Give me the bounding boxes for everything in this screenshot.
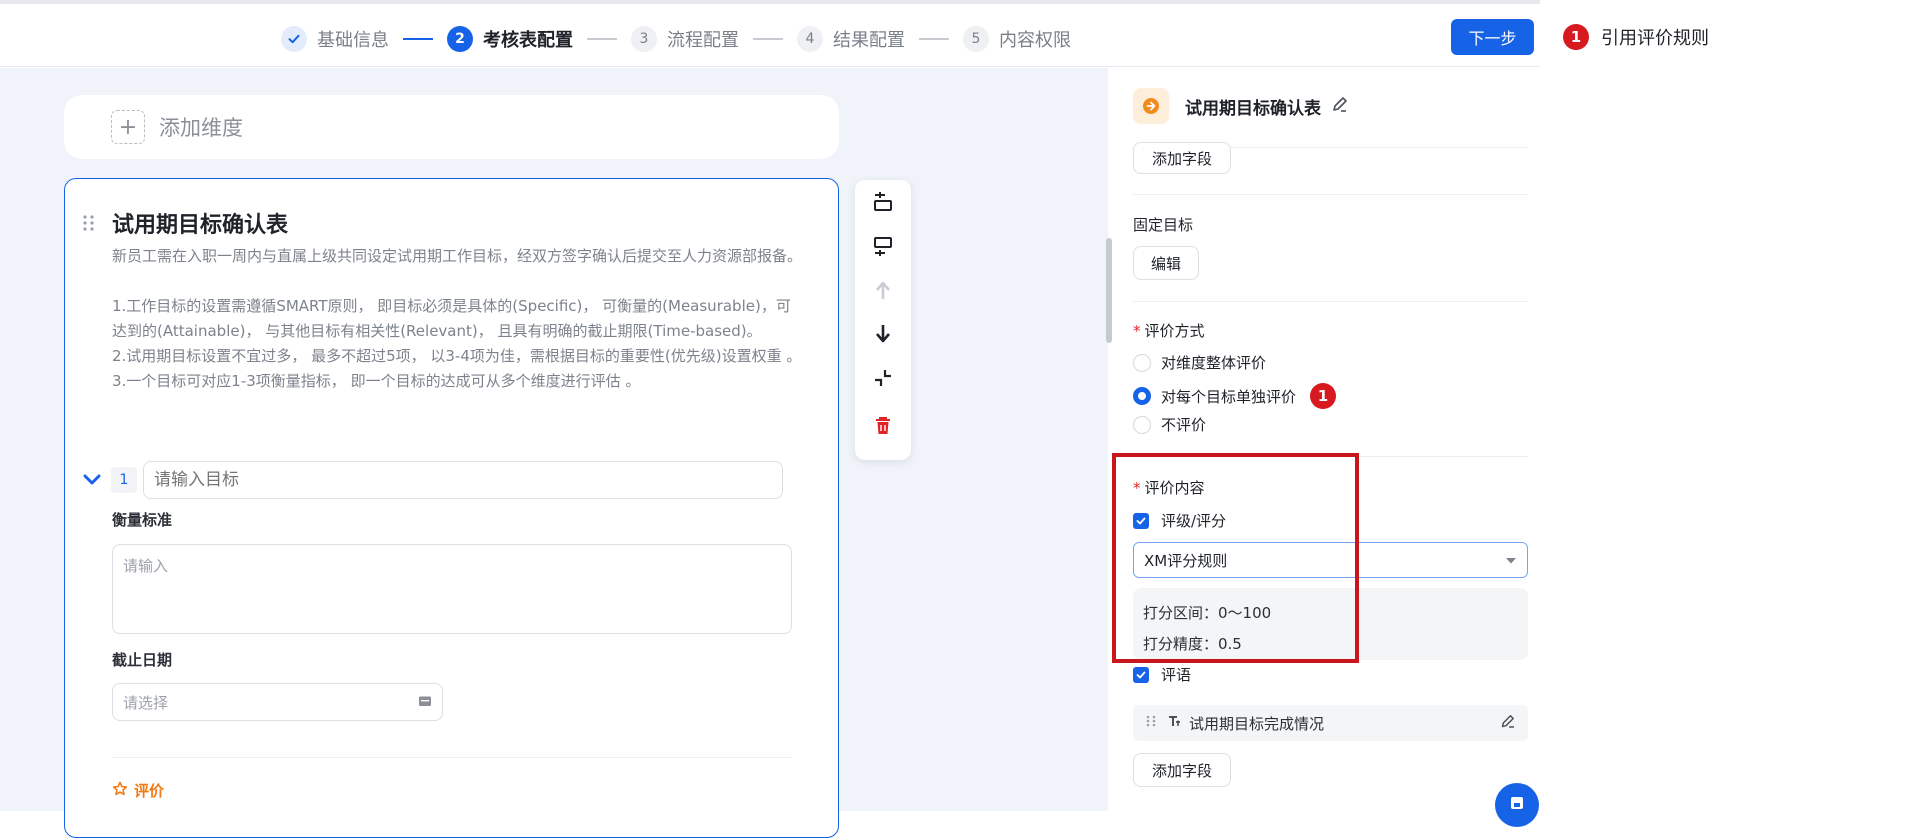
step-flow-config[interactable]: 3 流程配置 bbox=[631, 26, 739, 52]
add-dimension-button[interactable]: + 添加维度 bbox=[64, 95, 839, 159]
edit-fixed-goal-button[interactable]: 编辑 bbox=[1133, 246, 1199, 280]
add-field-button-top[interactable]: 添加字段 bbox=[1133, 142, 1231, 174]
next-step-button[interactable]: 下一步 bbox=[1451, 19, 1534, 55]
step-connector bbox=[753, 38, 783, 40]
step-content-permission[interactable]: 5 内容权限 bbox=[963, 26, 1071, 52]
step-label: 流程配置 bbox=[667, 30, 739, 51]
annotation-badge: 1 bbox=[1563, 24, 1589, 50]
step-number: 5 bbox=[963, 26, 989, 52]
pencil-icon[interactable] bbox=[1500, 713, 1516, 733]
measure-textarea[interactable]: 请输入 bbox=[112, 544, 792, 634]
radio-no-eval[interactable]: 不评价 bbox=[1133, 414, 1206, 435]
annotation-callout: 1 引用评价规则 bbox=[1563, 24, 1709, 50]
goal-row: 1 bbox=[81, 461, 811, 499]
save-icon bbox=[1509, 795, 1525, 815]
measure-label: 衡量标准 bbox=[112, 511, 173, 529]
calendar-icon bbox=[418, 693, 432, 711]
config-panel-title: 试用期目标确认表 bbox=[1185, 98, 1321, 119]
step-label: 考核表配置 bbox=[483, 30, 573, 51]
drag-handle-icon[interactable] bbox=[1145, 714, 1157, 732]
dimension-card: 试用期目标确认表 新员工需在入职一周内与直属上级共同设定试用期工作目标，经双方签… bbox=[64, 178, 839, 838]
radio-circle-checked[interactable] bbox=[1133, 387, 1151, 405]
step-connector bbox=[587, 38, 617, 40]
config-panel-header: 试用期目标确认表 bbox=[1133, 86, 1528, 126]
date-placeholder: 请选择 bbox=[123, 693, 169, 712]
eval-method-label: * 评价方式 bbox=[1133, 320, 1205, 341]
radio-label: 对维度整体评价 bbox=[1161, 354, 1267, 372]
step-number: 3 bbox=[631, 26, 657, 52]
annotation-highlight-box bbox=[1112, 453, 1359, 663]
comment-label: 评语 bbox=[1161, 666, 1192, 684]
step-label: 结果配置 bbox=[833, 30, 905, 51]
divider bbox=[1133, 194, 1528, 195]
card-divider bbox=[112, 757, 792, 758]
caret-down-icon bbox=[1505, 551, 1517, 569]
evaluation-section-label: 评价 bbox=[112, 780, 164, 801]
step-number: 4 bbox=[797, 26, 823, 52]
required-asterisk: * bbox=[1133, 322, 1141, 340]
text-field-icon bbox=[1167, 714, 1181, 732]
drag-handle-icon[interactable] bbox=[82, 213, 96, 233]
checkbox-checked-icon[interactable] bbox=[1133, 666, 1149, 683]
move-down-icon[interactable] bbox=[855, 316, 911, 352]
card-title[interactable]: 试用期目标确认表 bbox=[112, 207, 288, 239]
annotation-text: 引用评价规则 bbox=[1601, 28, 1709, 49]
form-canvas: + 添加维度 试用期目标确认表 新员工需在入职一周内与直属上级共同设定试用期工作… bbox=[0, 68, 1112, 838]
card-toolbar bbox=[855, 180, 911, 460]
step-connector bbox=[919, 38, 949, 40]
step-label: 内容权限 bbox=[999, 30, 1071, 51]
star-icon bbox=[112, 781, 128, 801]
check-icon bbox=[281, 26, 307, 52]
add-dimension-label: 添加维度 bbox=[159, 116, 243, 140]
divider bbox=[1133, 301, 1528, 302]
pencil-icon[interactable] bbox=[1331, 95, 1349, 117]
insert-above-icon[interactable] bbox=[855, 184, 911, 220]
collapse-icon[interactable] bbox=[855, 360, 911, 396]
card-description[interactable]: 新员工需在入职一周内与直属上级共同设定试用期工作目标，经双方签字确认后提交至人力… bbox=[112, 244, 802, 394]
fixed-goal-label: 固定目标 bbox=[1133, 216, 1194, 234]
form-logo-icon bbox=[1133, 88, 1169, 124]
radio-eval-dimension[interactable]: 对维度整体评价 bbox=[1133, 352, 1266, 373]
save-fab-button[interactable] bbox=[1495, 783, 1539, 827]
move-up-icon[interactable] bbox=[855, 272, 911, 308]
radio-circle[interactable] bbox=[1133, 415, 1151, 434]
scrollbar-thumb[interactable] bbox=[1106, 238, 1112, 343]
goal-input[interactable] bbox=[143, 461, 783, 499]
radio-circle[interactable] bbox=[1133, 353, 1151, 372]
stepper: 基础信息 2 考核表配置 3 流程配置 4 结果配置 5 内容权限 bbox=[281, 24, 1071, 54]
header-bar: 基础信息 2 考核表配置 3 流程配置 4 结果配置 5 内容权限 下一步 bbox=[0, 4, 1540, 67]
deadline-label: 截止日期 bbox=[112, 651, 173, 669]
step-label: 基础信息 bbox=[317, 30, 389, 51]
step-number: 2 bbox=[447, 26, 473, 52]
step-connector bbox=[403, 38, 433, 40]
app-window: 基础信息 2 考核表配置 3 流程配置 4 结果配置 5 内容权限 下一步 + … bbox=[0, 0, 1540, 838]
step-result-config[interactable]: 4 结果配置 bbox=[797, 26, 905, 52]
delete-icon[interactable] bbox=[855, 408, 911, 444]
comment-field-label: 试用期目标完成情况 bbox=[1189, 714, 1325, 733]
step-basic-info[interactable]: 基础信息 bbox=[281, 26, 389, 52]
plus-icon: + bbox=[111, 110, 145, 144]
chevron-down-icon[interactable] bbox=[81, 469, 103, 491]
annotation-badge: 1 bbox=[1310, 383, 1337, 409]
radio-label: 对每个目标单独评价 bbox=[1161, 387, 1297, 406]
evaluation-label: 评价 bbox=[134, 782, 165, 800]
config-panel bbox=[1113, 68, 1540, 811]
add-field-button-bottom[interactable]: 添加字段 bbox=[1133, 753, 1231, 787]
radio-eval-each-goal[interactable]: 对每个目标单独评价 1 bbox=[1133, 383, 1337, 409]
eval-method-text: 评价方式 bbox=[1144, 322, 1205, 340]
goal-index: 1 bbox=[111, 467, 137, 493]
comment-checkbox-row[interactable]: 评语 bbox=[1133, 664, 1191, 685]
step-form-config[interactable]: 2 考核表配置 bbox=[447, 26, 573, 52]
deadline-date-picker[interactable]: 请选择 bbox=[112, 683, 443, 721]
comment-field-item[interactable]: 试用期目标完成情况 bbox=[1133, 705, 1528, 741]
radio-label: 不评价 bbox=[1161, 416, 1207, 434]
insert-below-icon[interactable] bbox=[855, 228, 911, 264]
